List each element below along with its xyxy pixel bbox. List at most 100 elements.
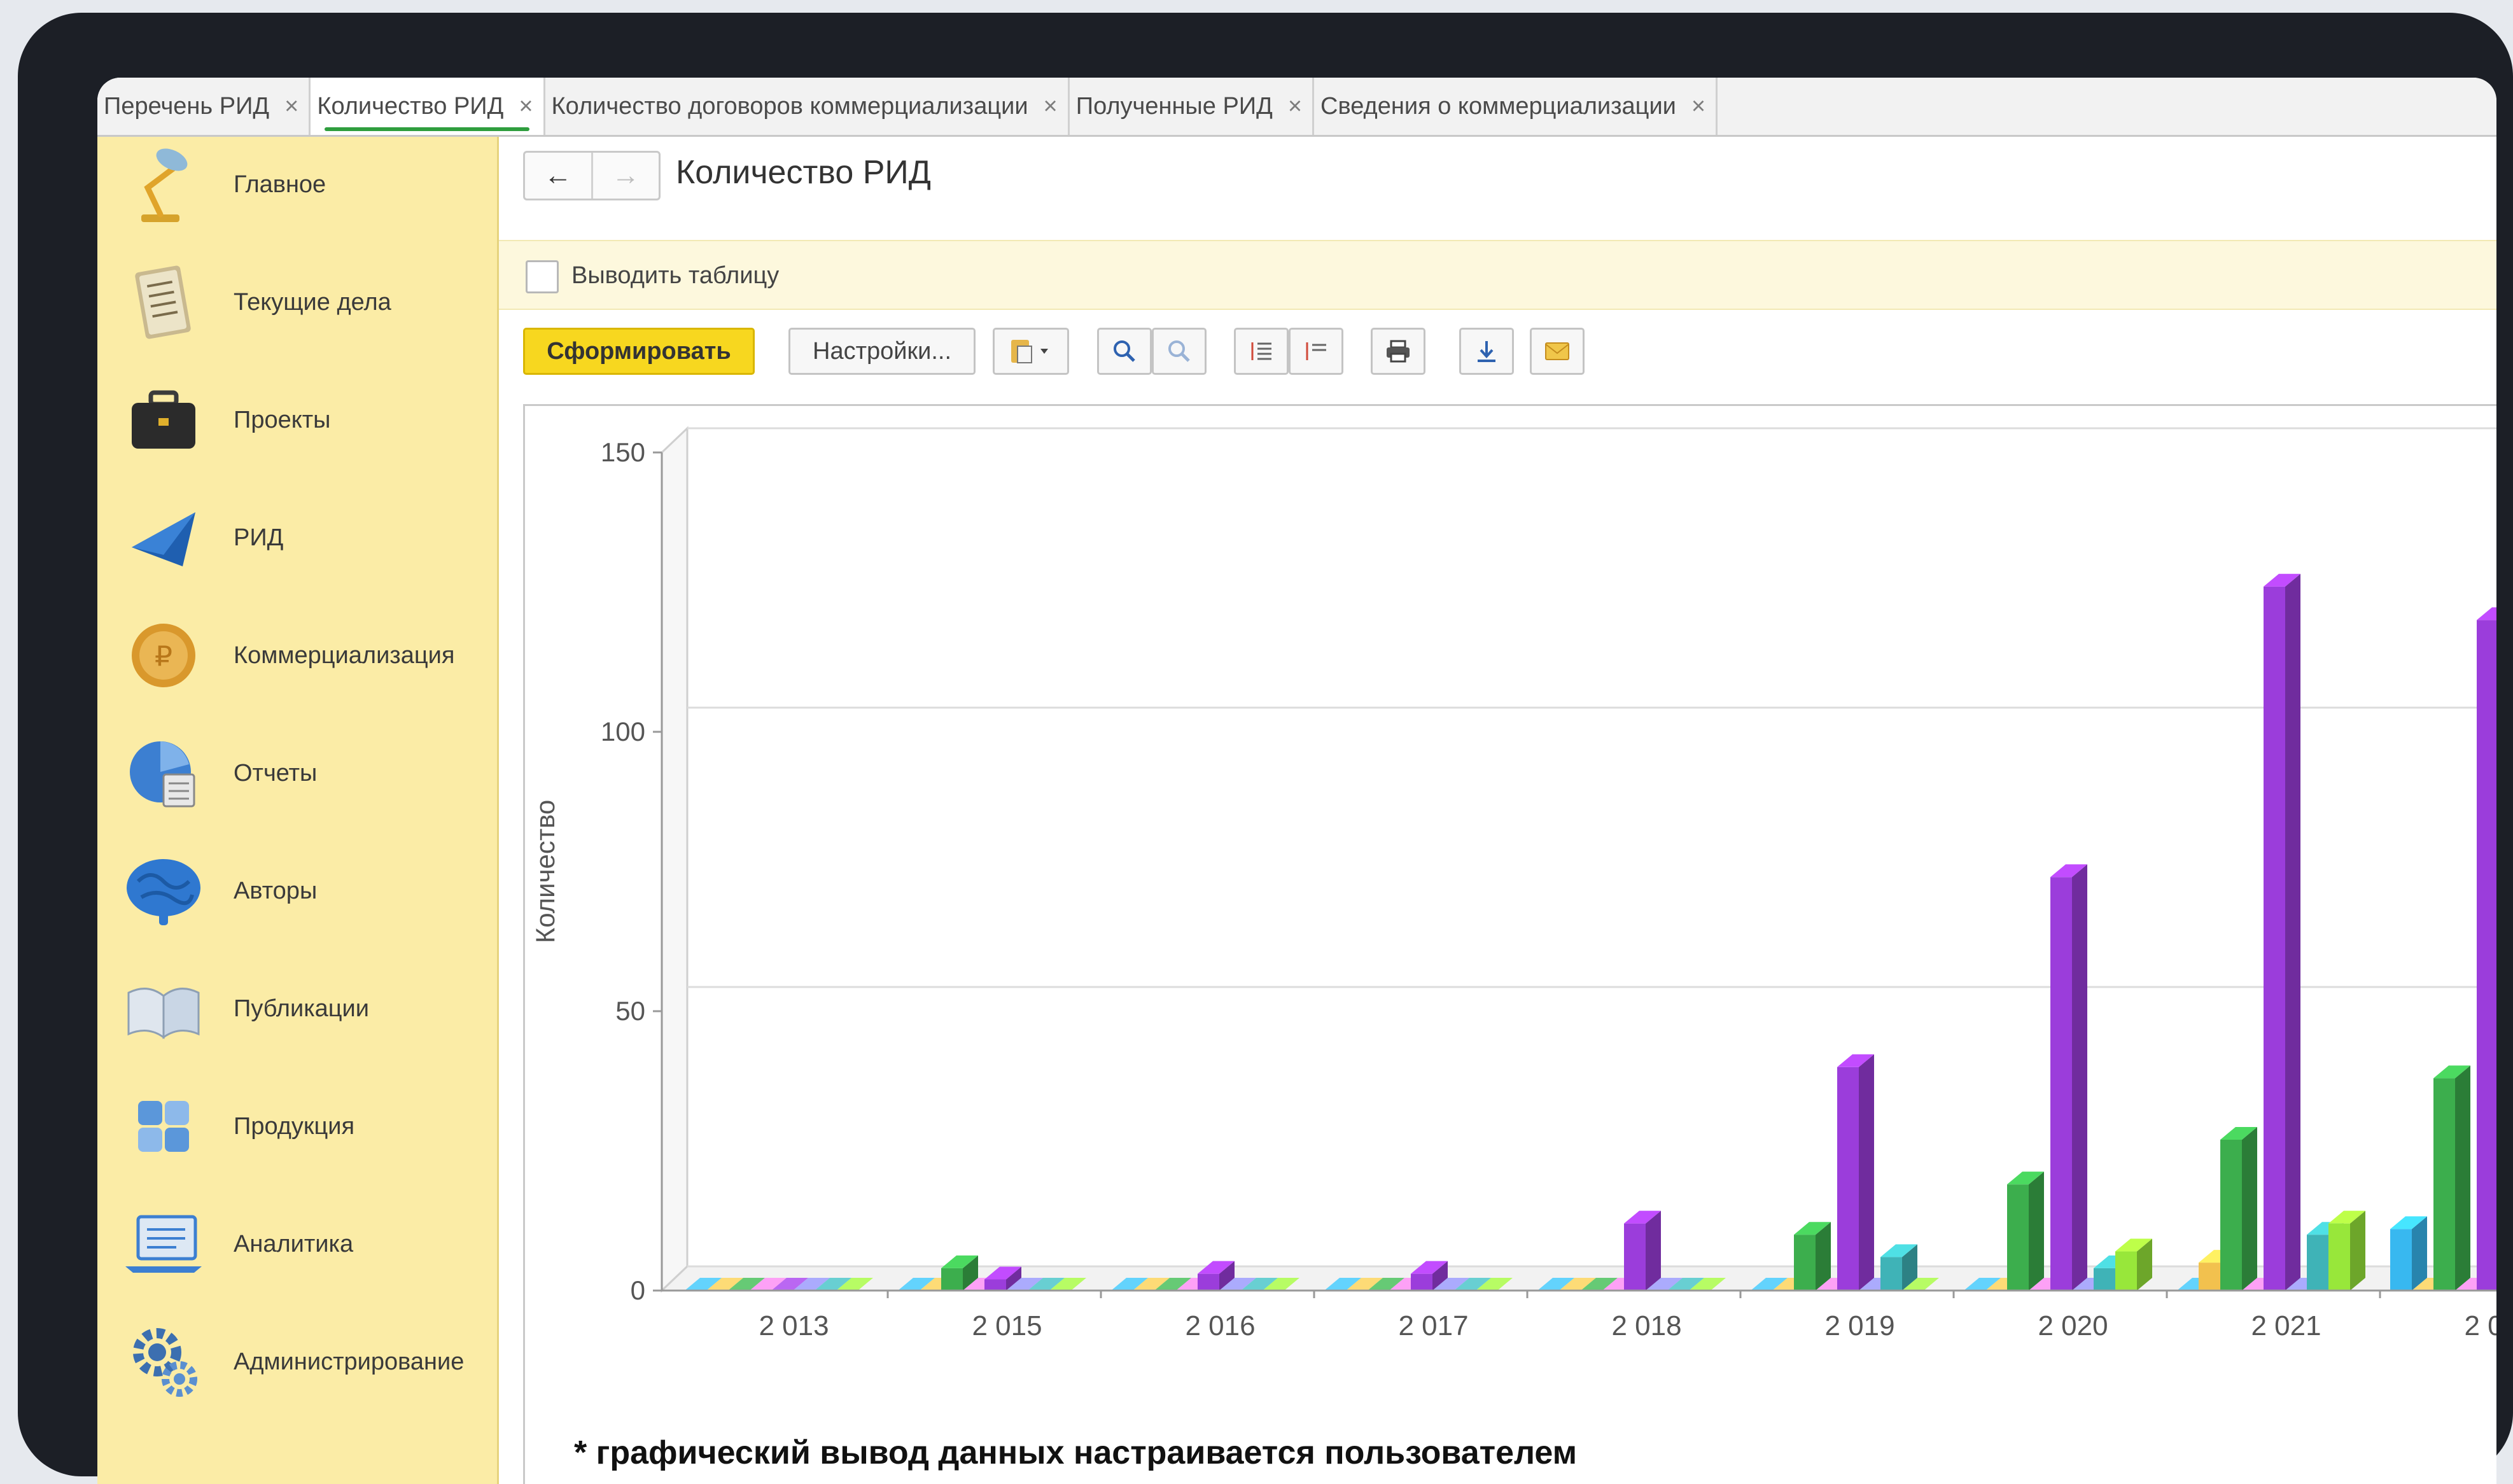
close-icon[interactable]: ×	[1691, 93, 1705, 120]
variant-dropdown-button[interactable]	[993, 328, 1069, 375]
print-button[interactable]	[1371, 328, 1425, 375]
sidebar-item-reports[interactable]: Отчеты	[97, 725, 497, 821]
bar-front	[941, 1268, 963, 1291]
chart-bar	[1837, 1054, 1874, 1291]
bar-front	[2199, 1263, 2220, 1291]
bar-side	[2350, 1210, 2365, 1291]
back-arrow-icon[interactable]: ←	[525, 153, 593, 199]
chart-bar	[2264, 573, 2300, 1291]
sidebar-item-publications[interactable]: Публикации	[97, 961, 497, 1056]
sidebar-item-projects[interactable]: Проекты	[97, 372, 497, 468]
show-table-checkbox[interactable]	[526, 260, 559, 293]
search-refresh-icon	[1168, 340, 1190, 362]
bar-front	[1880, 1257, 1902, 1291]
tab-label: Количество РИД	[317, 92, 504, 120]
sidebar-item-label: Текущие дела	[234, 288, 391, 316]
download-icon	[1478, 341, 1495, 362]
options-bar: Выводить таблицу	[499, 240, 2496, 310]
sidebar-item-label: Аналитика	[234, 1230, 354, 1257]
bar-front	[2220, 1139, 2242, 1291]
chart-bar	[2390, 1216, 2427, 1291]
bar-side	[2285, 573, 2300, 1291]
bar-front	[2264, 586, 2285, 1291]
tab-contracts-count[interactable]: Количество договоров коммерциализации ×	[545, 78, 1070, 135]
chart-container: 0 50 100 150 Количество 2 013 2 015 2 016 2 017 2…	[523, 404, 2496, 1484]
settings-button[interactable]: Настройки...	[788, 328, 976, 375]
x-tick-label: 2 020	[2038, 1310, 2108, 1341]
forward-arrow-icon[interactable]: →	[593, 153, 659, 199]
tab-rid-count[interactable]: Количество РИД ×	[311, 78, 545, 135]
notepad-icon	[119, 258, 208, 347]
sidebar-item-label: Проекты	[234, 406, 331, 433]
bar-front	[2115, 1251, 2137, 1291]
bar-side	[2072, 864, 2087, 1291]
bar-front	[2307, 1235, 2328, 1291]
briefcase-icon	[119, 375, 208, 465]
close-icon[interactable]: ×	[1288, 93, 1302, 120]
y-tick-label: 150	[601, 437, 645, 467]
download-button[interactable]	[1459, 328, 1514, 375]
tab-label: Количество договоров коммерциализации	[551, 92, 1028, 120]
sidebar-item-label: Авторы	[234, 877, 318, 904]
bar-side	[2455, 1065, 2470, 1291]
x-tick-label: 2 022	[2464, 1310, 2496, 1341]
tab-commercialization-info[interactable]: Сведения о коммерциализации ×	[1314, 78, 1718, 135]
chart-bar	[2007, 1172, 2044, 1291]
tab-label: Полученные РИД	[1075, 92, 1273, 120]
close-icon[interactable]: ×	[284, 93, 298, 120]
show-table-label: Выводить таблицу	[571, 262, 780, 289]
send-email-button[interactable]	[1530, 328, 1585, 375]
bar-side	[2029, 1172, 2044, 1291]
sidebar-item-label: Продукция	[234, 1112, 355, 1140]
sidebar-item-main[interactable]: Главное	[97, 137, 497, 232]
bar-front	[1794, 1235, 1816, 1291]
tab-received-rid[interactable]: Полученные РИД ×	[1069, 78, 1315, 135]
footnote: * графический вывод данных настраивается…	[574, 1434, 1578, 1471]
sidebar-item-rid[interactable]: РИД	[97, 490, 497, 585]
sidebar-item-analytics[interactable]: Аналитика	[97, 1196, 497, 1292]
sidebar-item-authors[interactable]: Авторы	[97, 843, 497, 939]
bar-side	[1646, 1210, 1661, 1291]
chart-bar	[1794, 1222, 1831, 1291]
expand-groups-button[interactable]	[1234, 328, 1289, 375]
sidebar-item-label: Коммерциализация	[234, 641, 455, 669]
x-tick-label: 2 019	[1824, 1310, 1894, 1341]
coin-icon: ₽	[119, 611, 208, 700]
generate-button[interactable]: Сформировать	[523, 328, 755, 375]
close-icon[interactable]: ×	[1044, 93, 1058, 120]
y-axis-label: Количество	[530, 800, 560, 944]
chart-bar	[2220, 1126, 2257, 1291]
chart-side-wall	[661, 426, 689, 1293]
sidebar-item-label: РИД	[234, 524, 284, 551]
tab-label: Перечень РИД	[104, 92, 270, 120]
chart-bar	[2433, 1065, 2470, 1291]
collapse-groups-button[interactable]	[1289, 328, 1343, 375]
bar-front	[2328, 1223, 2350, 1291]
expand-groups-icon	[1251, 342, 1271, 360]
bar-front	[1837, 1067, 1859, 1291]
chart-bar	[2477, 607, 2496, 1291]
search-button[interactable]	[1097, 328, 1152, 375]
bar-front	[2433, 1078, 2455, 1291]
bar-front	[1411, 1273, 1432, 1291]
clipboard-icon	[1011, 340, 1048, 363]
puzzle-icon	[119, 1082, 208, 1171]
sidebar-item-commercialization[interactable]: ₽ Коммерциализация	[97, 608, 497, 703]
search-refresh-button[interactable]	[1152, 328, 1207, 375]
close-icon[interactable]: ×	[519, 93, 533, 120]
y-tick-label: 100	[601, 717, 645, 746]
bar-side	[2242, 1126, 2257, 1291]
pie-chart-icon	[119, 729, 208, 818]
bar-front	[1624, 1223, 1646, 1291]
search-icon	[1114, 340, 1135, 362]
y-tick-label: 0	[631, 1275, 645, 1305]
bar-side	[1859, 1054, 1874, 1291]
x-tick-label: 2 015	[972, 1310, 1042, 1341]
chart-bar	[2328, 1210, 2365, 1291]
svg-text:₽: ₽	[155, 640, 172, 673]
sidebar-item-current-tasks[interactable]: Текущие дела	[97, 255, 497, 350]
tab-rid-list[interactable]: Перечень РИД ×	[97, 78, 311, 135]
sidebar-item-administration[interactable]: Администрирование	[97, 1314, 497, 1410]
sidebar-item-products[interactable]: Продукция	[97, 1079, 497, 1174]
bar-side	[2412, 1216, 2427, 1291]
